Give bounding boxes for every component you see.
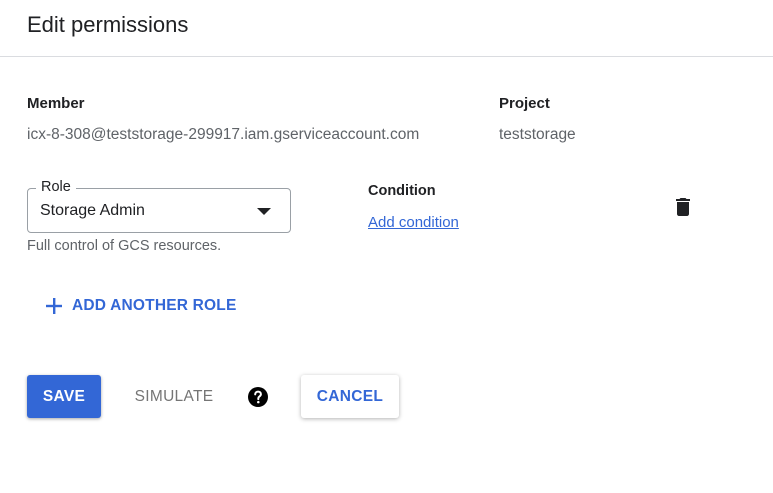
help-icon (248, 387, 268, 407)
project-label: Project (499, 95, 550, 112)
page-title: Edit permissions (27, 12, 189, 37)
save-button[interactable]: SAVE (27, 375, 101, 418)
member-label: Member (27, 95, 85, 112)
role-description: Full control of GCS resources. (27, 238, 222, 254)
role-select[interactable]: Role Storage Admin (27, 177, 291, 233)
edit-permissions-panel: Edit permissions Member icx-8-308@testst… (0, 0, 773, 493)
role-label: Role (36, 177, 76, 197)
dropdown-arrow-icon[interactable] (257, 208, 271, 215)
add-another-role-button[interactable]: ADD ANOTHER ROLE (44, 294, 237, 318)
cancel-button[interactable]: CANCEL (301, 375, 399, 418)
project-value: teststorage (499, 126, 576, 143)
add-another-role-label: ADD ANOTHER ROLE (72, 297, 237, 314)
add-condition-link[interactable]: Add condition (368, 213, 459, 233)
delete-role-button[interactable] (671, 195, 695, 219)
plus-icon (46, 298, 62, 314)
help-button[interactable] (247, 386, 269, 408)
member-value: icx-8-308@teststorage-299917.iam.gservic… (27, 126, 420, 143)
condition-label: Condition (368, 183, 436, 199)
trash-icon (676, 198, 690, 216)
header-divider (0, 56, 773, 57)
role-selected-value: Storage Admin (40, 202, 145, 219)
simulate-button[interactable]: SIMULATE (120, 375, 228, 418)
